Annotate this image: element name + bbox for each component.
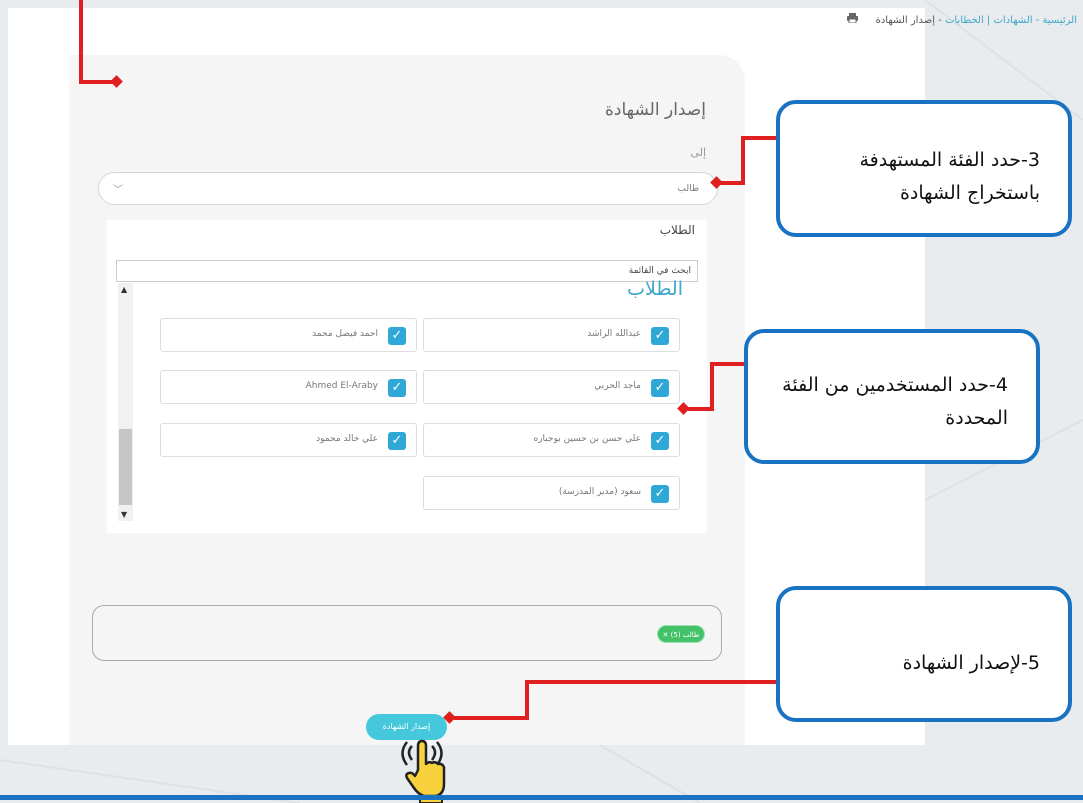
bottom-divider <box>0 795 1083 800</box>
callout-step3: 3-حدد الفئة المستهدفة باستخراج الشهادة <box>776 100 1072 237</box>
callout-step4: 4-حدد المستخدمين من الفئة المحددة <box>744 329 1040 464</box>
callout-step5: 5-لإصدار الشهادة <box>776 586 1072 722</box>
tap-hand-icon <box>401 739 446 803</box>
